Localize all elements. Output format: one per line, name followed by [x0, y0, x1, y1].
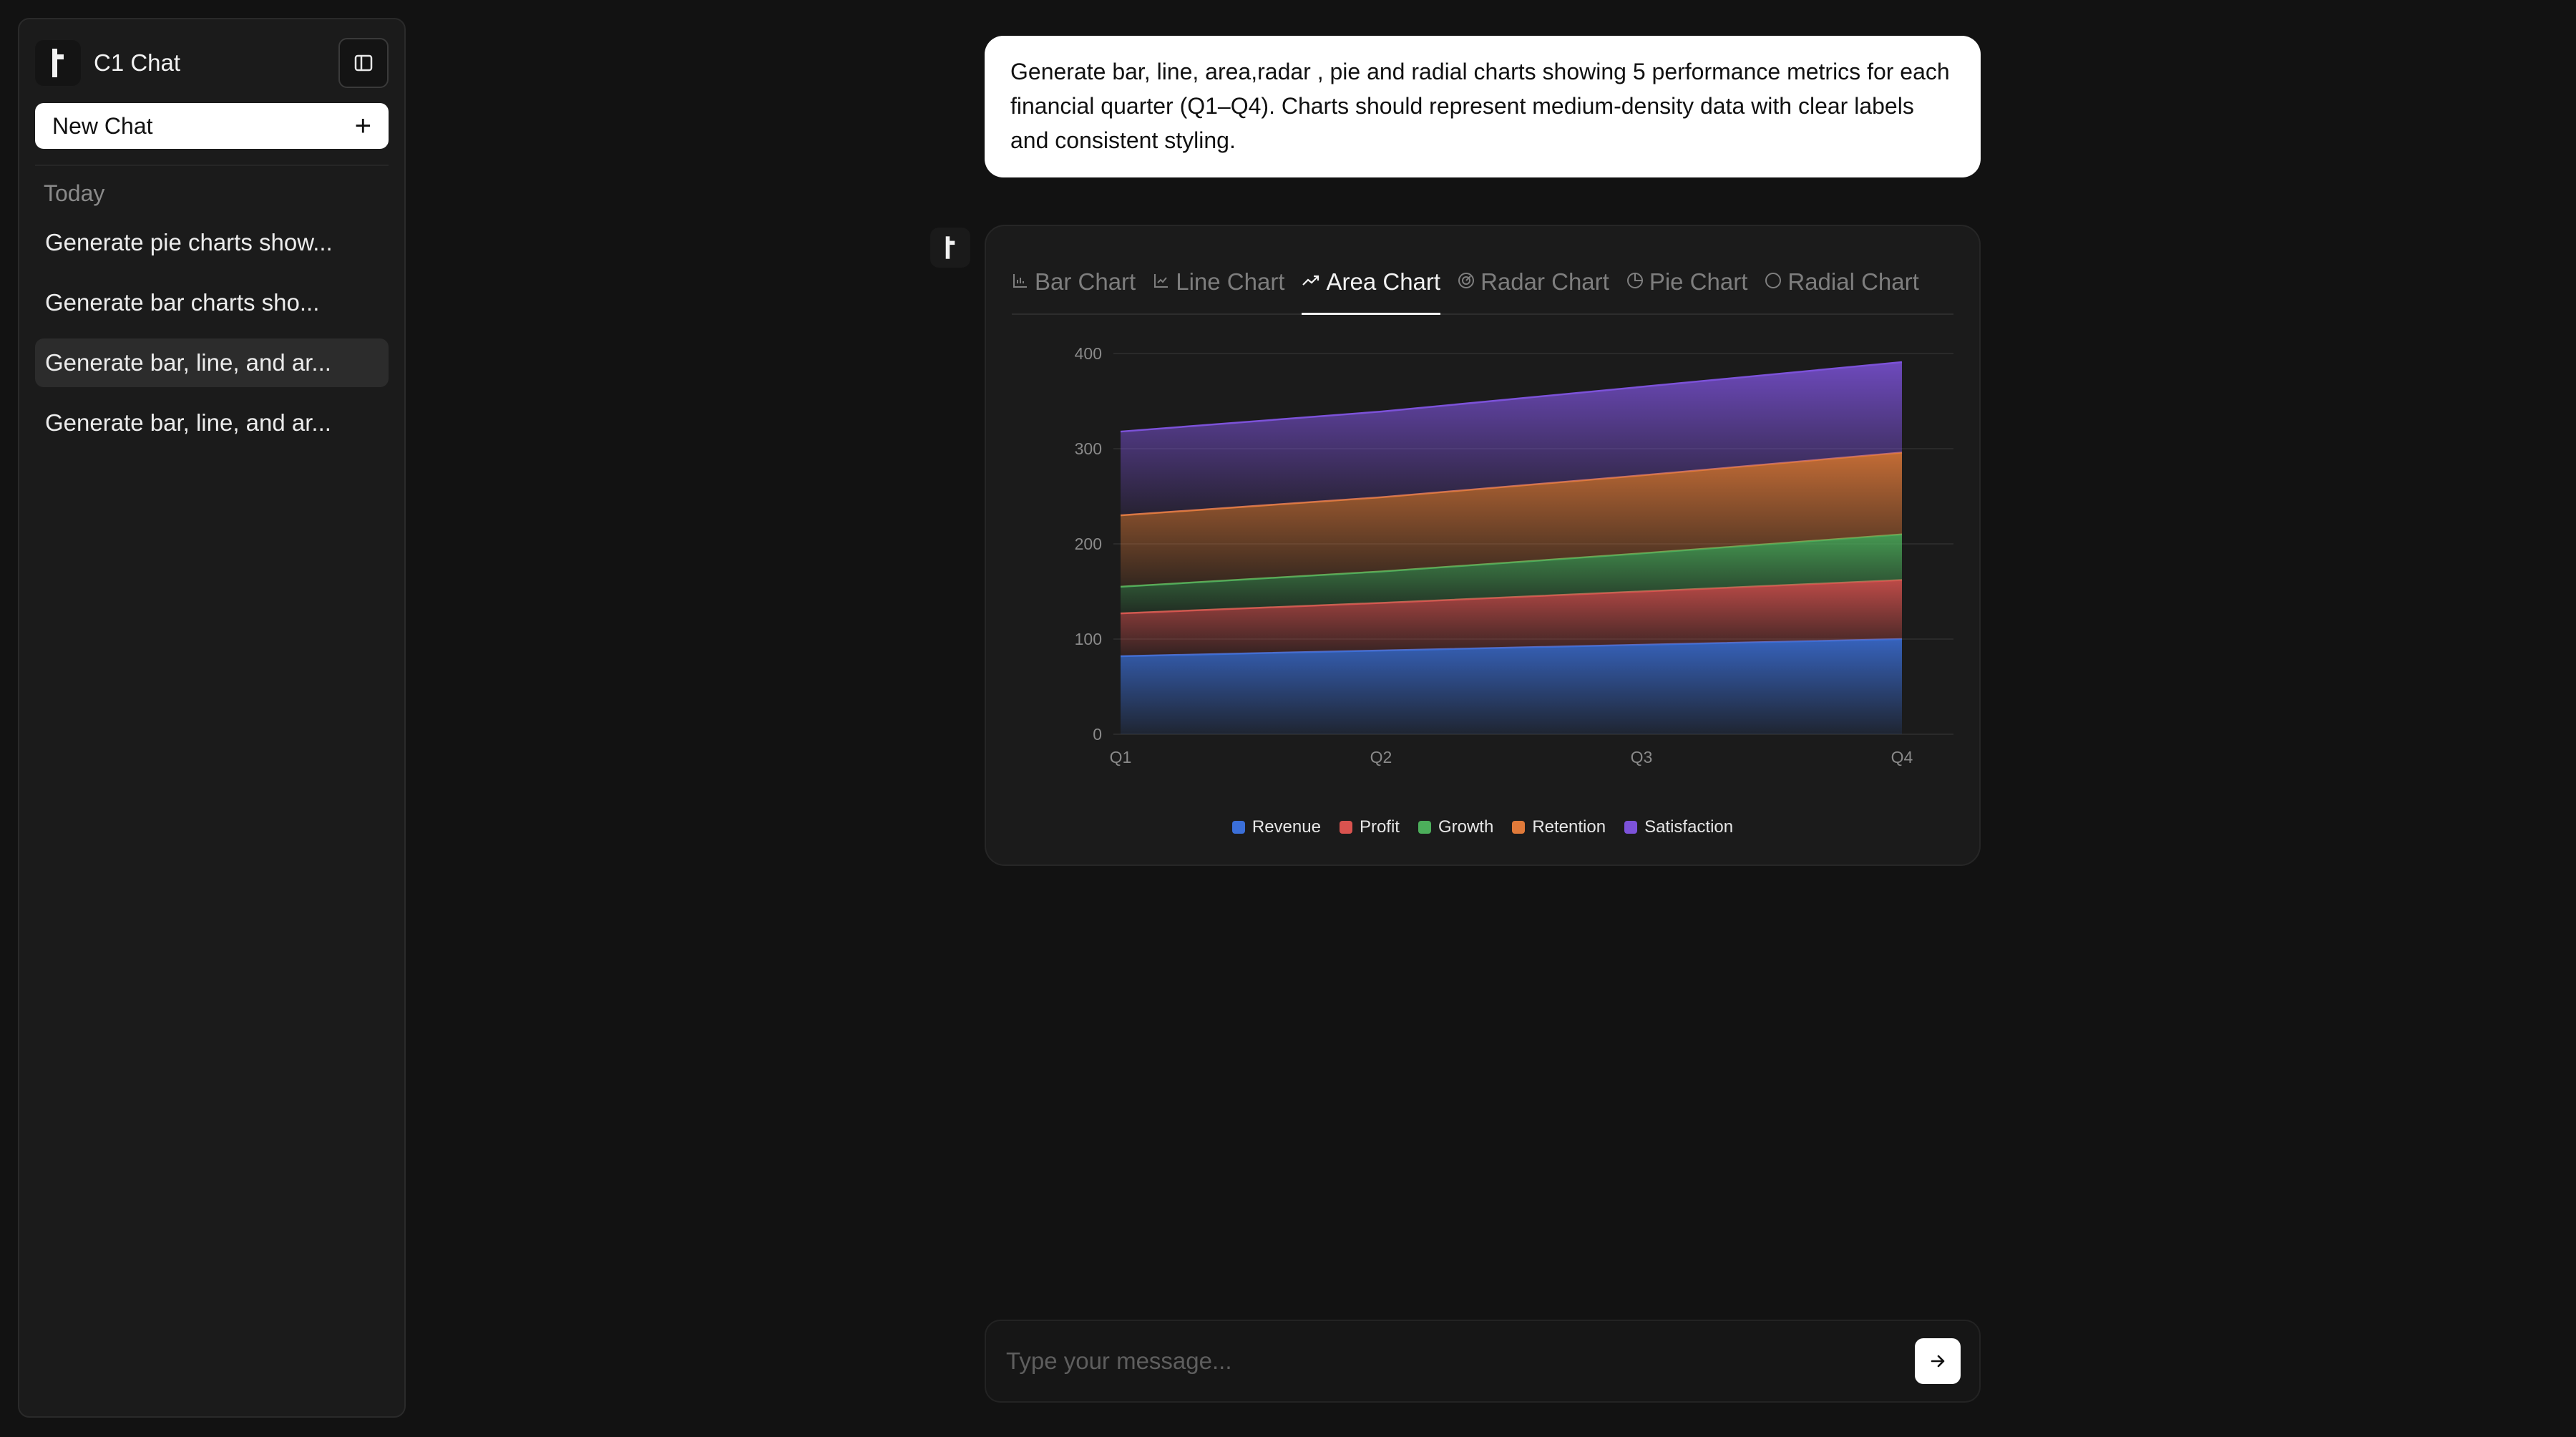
tab-label: Radial Chart [1787, 268, 1919, 295]
chart-tabs: Bar Chart Line Chart Area Chart Radar Ch… [1012, 226, 1953, 315]
chart-card: Bar Chart Line Chart Area Chart Radar Ch… [985, 225, 1981, 866]
tab-label: Line Chart [1176, 268, 1285, 295]
legend-label: Retention [1532, 817, 1606, 837]
tab-line-chart[interactable]: Line Chart [1153, 258, 1284, 313]
history-item-active[interactable]: Generate bar, line, and ar... [35, 338, 389, 387]
tab-label: Area Chart [1326, 268, 1441, 295]
y-tick-label: 400 [1075, 344, 1102, 363]
legend-label: Profit [1359, 817, 1400, 837]
radar-chart-icon [1458, 272, 1475, 292]
x-tick-label: Q2 [1370, 748, 1392, 766]
legend-item: Revenue [1231, 817, 1321, 837]
history-item[interactable]: Generate pie charts show... [35, 218, 389, 267]
y-tick-label: 0 [1093, 725, 1102, 744]
legend-swatch [1339, 821, 1352, 834]
tab-bar-chart[interactable]: Bar Chart [1012, 258, 1136, 313]
plus-icon: + [354, 110, 371, 142]
y-tick-label: 100 [1075, 630, 1102, 648]
legend-item: Growth [1418, 817, 1493, 837]
bar-chart-icon [1012, 272, 1029, 292]
tab-label: Radar Chart [1480, 268, 1609, 295]
user-message: Generate bar, line, area,radar , pie and… [985, 36, 1981, 177]
tab-label: Bar Chart [1035, 268, 1136, 295]
area-chart: 0 100 200 300 400 Q1 Q2 Q3 Q4 [1075, 344, 1953, 766]
pie-chart-icon [1626, 272, 1644, 292]
history-item[interactable]: Generate bar, line, and ar... [35, 399, 389, 447]
legend-label: Revenue [1252, 817, 1321, 837]
legend-item: Retention [1512, 817, 1606, 837]
collapse-sidebar-button[interactable] [338, 38, 389, 88]
chart-legend: Revenue Profit Growth Retention Satisfaction [986, 817, 1979, 837]
app-name: C1 Chat [94, 49, 181, 76]
sidebar-divider [35, 165, 389, 166]
legend-item: Satisfaction [1624, 817, 1733, 837]
line-chart-icon [1153, 272, 1170, 292]
y-tick-label: 200 [1075, 535, 1102, 553]
new-chat-button[interactable]: New Chat + [35, 103, 389, 149]
y-tick-label: 300 [1075, 439, 1102, 458]
legend-swatch [1624, 821, 1638, 834]
message-input[interactable] [1005, 1347, 1866, 1375]
tab-area-chart[interactable]: Area Chart [1302, 258, 1441, 315]
new-chat-label: New Chat [52, 112, 153, 139]
c1-logo-icon [35, 40, 81, 86]
assistant-avatar [930, 228, 970, 268]
area-chart-icon [1302, 272, 1320, 292]
history-section-label: Today [44, 180, 105, 206]
tab-pie-chart[interactable]: Pie Chart [1626, 258, 1748, 313]
tab-radial-chart[interactable]: Radial Chart [1765, 258, 1919, 313]
legend-item: Profit [1339, 817, 1400, 837]
legend-label: Growth [1438, 817, 1494, 837]
brand[interactable]: C1 Chat [35, 40, 180, 86]
sidebar-header: C1 Chat [35, 37, 389, 89]
message-composer [985, 1320, 1981, 1403]
x-tick-label: Q1 [1110, 748, 1132, 766]
legend-swatch [1512, 821, 1526, 834]
tab-label: Pie Chart [1649, 268, 1748, 295]
x-tick-label: Q3 [1631, 748, 1653, 766]
sidebar-toggle-icon [354, 54, 373, 72]
radial-chart-icon [1765, 272, 1782, 292]
history-item[interactable]: Generate bar charts sho... [35, 278, 389, 327]
send-button[interactable] [1915, 1338, 1961, 1384]
legend-swatch [1418, 821, 1431, 834]
arrow-right-icon [1931, 1355, 1945, 1368]
tab-radar-chart[interactable]: Radar Chart [1458, 258, 1609, 313]
legend-swatch [1231, 821, 1245, 834]
sidebar: C1 Chat New Chat + Today Generate pie ch… [18, 18, 406, 1418]
x-tick-label: Q4 [1891, 748, 1913, 766]
legend-label: Satisfaction [1644, 817, 1734, 837]
c1-logo-icon [945, 236, 955, 259]
